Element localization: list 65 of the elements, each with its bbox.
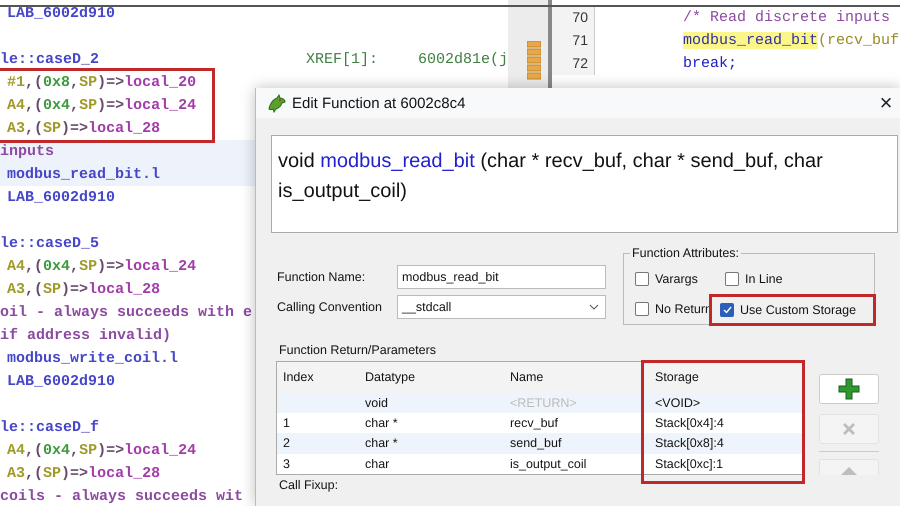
- code-line: modbus_read_bit(recv_buf: [682, 31, 900, 51]
- table-cell: recv_buf: [504, 412, 649, 434]
- table-cell: <VOID>: [649, 392, 804, 413]
- line-number: 70: [552, 6, 595, 29]
- up-arrow-icon: [841, 467, 857, 475]
- table-cell: char: [359, 454, 504, 474]
- code-line[interactable]: A4,(0x4,SP)=>local_24: [7, 94, 196, 117]
- comment-line[interactable]: coils - always succeeds wit: [0, 485, 244, 506]
- comment-line[interactable]: inputs: [0, 140, 54, 163]
- table-cell: <RETURN>: [504, 392, 649, 413]
- code-line[interactable]: #1,(0x8,SP)=>local_20: [7, 71, 196, 94]
- table-cell: is_output_coil: [504, 454, 649, 474]
- section-title: Function Return/Parameters: [279, 343, 438, 357]
- input-field[interactable]: modbus_read_bit: [397, 265, 606, 289]
- code-line[interactable]: modbus_write_coil.l: [7, 347, 178, 370]
- bookmark-markers-icon: [527, 41, 541, 81]
- section-title: Call Fixup:: [279, 478, 340, 492]
- line-number: 71: [552, 29, 595, 52]
- table-cell: char *: [359, 433, 504, 454]
- code-line[interactable]: A4,(0x4,SP)=>local_24: [7, 439, 196, 462]
- table-cell: char *: [359, 412, 504, 434]
- code-line[interactable]: LAB_6002d910: [7, 186, 116, 209]
- table-cell: Stack[0x8]:4: [649, 433, 804, 454]
- code-line[interactable]: A4,(0x4,SP)=>local_24: [7, 255, 196, 278]
- column-header: Name: [504, 362, 649, 393]
- checkbox[interactable]: In Line: [722, 268, 872, 290]
- plus-icon: [838, 378, 860, 400]
- checkbox[interactable]: Varargs: [632, 268, 722, 290]
- close-icon: [841, 421, 857, 437]
- add-button[interactable]: [819, 374, 879, 404]
- code-line[interactable]: A3,(SP)=>local_28: [7, 278, 160, 301]
- table-cell: send_buf: [504, 433, 649, 454]
- field-label: Function Name:: [276, 270, 366, 284]
- close-button[interactable]: ×: [871, 88, 900, 118]
- column-header: Index: [276, 362, 359, 393]
- chevron-down-icon: [589, 304, 599, 310]
- code-line[interactable]: A3,(SP)=>local_28: [7, 117, 160, 140]
- checkmark-icon: [722, 306, 732, 314]
- code-line[interactable]: A3,(SP)=>local_28: [7, 462, 160, 485]
- checkbox[interactable]: Use Custom Storage: [709, 294, 876, 326]
- code-line[interactable]: LAB_6002d910: [7, 2, 116, 25]
- table-cell: 1: [276, 412, 359, 434]
- comment-line[interactable]: if address invalid): [0, 324, 172, 347]
- column-header: Datatype: [359, 362, 504, 393]
- code-line: break;: [682, 54, 738, 74]
- comment-line[interactable]: oil - always succeeds with e: [0, 301, 252, 324]
- code-line[interactable]: le::caseD_5: [0, 232, 100, 255]
- table-cell: void: [359, 392, 504, 413]
- group-title: Function Attributes:: [630, 246, 742, 260]
- xref-label: XREF[1]:: [306, 50, 378, 70]
- code-line[interactable]: le::caseD_f: [0, 416, 100, 439]
- table-cell: 3: [276, 454, 359, 474]
- dropdown[interactable]: __stdcall: [397, 295, 606, 319]
- table-cell: Stack[0x4]:4: [649, 412, 804, 434]
- window-title: Edit Function at 6002c8c4: [292, 94, 466, 112]
- dragon-icon: [266, 93, 286, 113]
- signature-field[interactable]: void modbus_read_bit (char * recv_buf, char * send_buf, char is_output_coil): [271, 135, 898, 233]
- field-label: Calling Convention: [276, 300, 383, 314]
- code-line: /* Read discrete inputs: [682, 8, 890, 28]
- table-cell: 2: [276, 433, 359, 454]
- table-cell: Stack[0xc]:1: [649, 454, 804, 474]
- xref-address: 6002d81e(j: [418, 50, 508, 70]
- line-number: 72: [552, 52, 595, 75]
- code-line[interactable]: LAB_6002d910: [7, 370, 116, 393]
- code-line[interactable]: le::caseD_2: [0, 48, 100, 71]
